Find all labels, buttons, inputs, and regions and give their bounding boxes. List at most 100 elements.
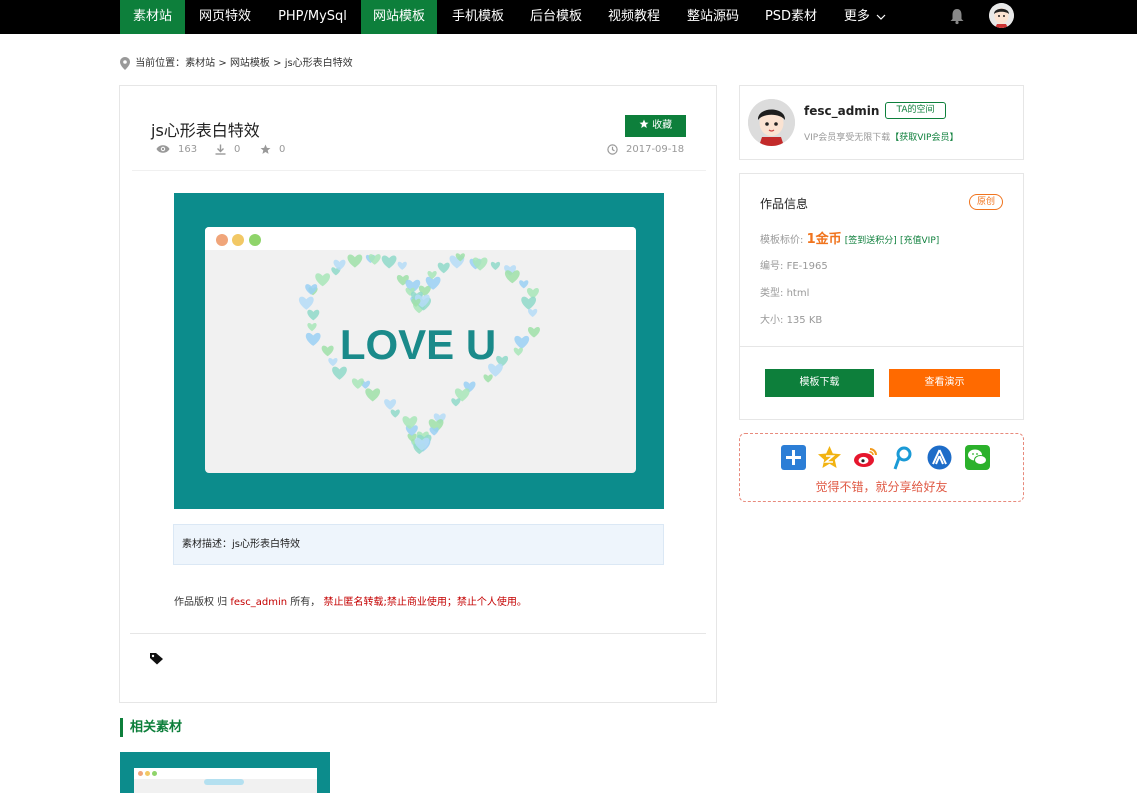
favorite-label: 收藏 xyxy=(652,120,673,131)
heart-shape xyxy=(437,262,450,274)
preview-image[interactable]: LOVE U xyxy=(174,193,664,509)
heart-shape xyxy=(305,332,321,346)
description-value: js心形表白特效 xyxy=(232,539,300,550)
download-button[interactable]: 模板下载 xyxy=(765,369,874,397)
heart-shape xyxy=(384,399,397,410)
breadcrumb-sep: > xyxy=(269,58,285,69)
download-icon xyxy=(215,144,226,155)
downloads-count: 0 xyxy=(234,144,241,155)
tag-icon xyxy=(150,653,163,665)
top-nav: 素材站 网页特效 PHP/MySql 网站模板 手机模板 后台模板 视频教程 整… xyxy=(0,0,1137,34)
heart-shape xyxy=(365,388,381,402)
thumb-window xyxy=(134,768,317,793)
breadcrumb-sep: > xyxy=(215,58,230,69)
wechat-icon[interactable] xyxy=(965,445,990,470)
nav-item-php[interactable]: PHP/MySql xyxy=(270,0,355,34)
price-label: 模板标价: xyxy=(760,235,807,246)
size-label: 大小: xyxy=(760,315,787,326)
copyright-notice: 作品版权 归 fesc_admin 所有， 禁止匿名转载;禁止商业使用；禁止个人… xyxy=(174,593,527,608)
nav-more-label: 更多 xyxy=(843,9,870,24)
size-value: 135 KB xyxy=(786,315,823,326)
price-row: 模板标价: 1金币 [签到送积分] [充值VIP] xyxy=(760,228,939,247)
breadcrumb-category[interactable]: 网站模板 xyxy=(230,58,270,69)
weibo-icon[interactable] xyxy=(853,445,878,470)
heart-illustration: LOVE U xyxy=(298,253,540,455)
favorites-count: 0 xyxy=(279,144,286,155)
nav-item-site-source[interactable]: 整站源码 xyxy=(677,0,749,34)
size-row: 大小: 135 KB xyxy=(760,311,822,326)
nav-item-more[interactable]: 更多 xyxy=(836,0,894,34)
vip-promo: VIP会员享受无限下载【获取VIP会员】 xyxy=(804,130,959,143)
view-demo-button[interactable]: 查看演示 xyxy=(889,369,1000,397)
location-pin-icon xyxy=(120,56,130,70)
recharge-vip-link[interactable]: [充值VIP] xyxy=(900,236,939,246)
eye-icon xyxy=(156,145,170,153)
info-title: 作品信息 xyxy=(760,197,809,211)
copyright-owner[interactable]: fesc_admin xyxy=(230,597,287,608)
bell-icon[interactable] xyxy=(948,7,966,25)
tencent-weibo-icon[interactable] xyxy=(891,445,916,470)
copyright-prefix: 作品版权 归 xyxy=(174,597,231,608)
downloads-stat: 0 xyxy=(215,143,240,157)
share-slogan: 觉得不错，就分享给好友 xyxy=(815,480,948,494)
heart-shape xyxy=(513,347,523,356)
publish-date: 2017-09-18 xyxy=(626,144,685,155)
window-dot xyxy=(152,771,157,776)
nav-item-video-tutorials[interactable]: 视频教程 xyxy=(598,0,670,34)
heart-shape xyxy=(527,326,540,338)
favorites-stat: 0 xyxy=(260,143,285,157)
author-avatar[interactable] xyxy=(748,99,795,146)
author-space-button[interactable]: TA的空间 xyxy=(885,102,946,119)
nav-item-admin-templates[interactable]: 后台模板 xyxy=(520,0,592,34)
get-vip-link[interactable]: 【获取VIP会员】 xyxy=(890,133,958,143)
id-label: 编号: xyxy=(760,261,787,272)
share-box: 觉得不错，就分享给好友 xyxy=(739,433,1024,502)
id-value: FE-1965 xyxy=(786,261,828,272)
star-icon xyxy=(639,119,649,128)
heart-shape xyxy=(490,261,501,271)
breadcrumb-current: js心形表白特效 xyxy=(284,58,353,69)
price-value: 1金币 xyxy=(806,232,842,247)
heart-shape xyxy=(307,309,320,321)
sign-in-link[interactable]: [签到送积分] xyxy=(845,236,897,246)
nav-item-mobile-templates[interactable]: 手机模板 xyxy=(442,0,514,34)
heart-shape xyxy=(351,378,364,389)
original-badge: 原创 xyxy=(969,194,1003,210)
nav-item-psd[interactable]: PSD素材 xyxy=(755,0,827,34)
love-u-text: LOVE U xyxy=(340,321,496,368)
vip-text: VIP会员享受无限下载 xyxy=(804,133,891,143)
nav-item-sucai[interactable]: 素材站 xyxy=(120,0,185,34)
id-row: 编号: FE-1965 xyxy=(760,257,828,272)
views-count: 163 xyxy=(178,144,198,155)
divider xyxy=(130,633,706,634)
qzone-icon[interactable] xyxy=(817,445,842,470)
description-box: 素材描述：js心形表白特效 xyxy=(173,524,664,565)
heart-shape xyxy=(451,398,461,407)
plus-share-icon[interactable] xyxy=(781,445,806,470)
author-name[interactable]: fesc_admin xyxy=(804,104,879,118)
window-dot xyxy=(145,771,150,776)
date-stat: 2017-09-18 xyxy=(607,143,684,157)
heart-shape xyxy=(528,308,538,318)
type-value: html xyxy=(786,288,810,299)
renren-icon[interactable] xyxy=(927,445,952,470)
heart-shape xyxy=(483,374,493,383)
breadcrumb-home[interactable]: 素材站 xyxy=(185,58,215,69)
user-avatar[interactable] xyxy=(989,3,1014,28)
heart-shape xyxy=(390,409,400,418)
divider xyxy=(740,346,1023,347)
nav-item-site-templates[interactable]: 网站模板 xyxy=(361,0,437,34)
favorite-button[interactable]: 收藏 xyxy=(625,115,686,137)
preview-window: LOVE U xyxy=(205,227,636,473)
item-info-card: 作品信息 原创 模板标价: 1金币 [签到送积分] [充值VIP] 编号: FE… xyxy=(739,173,1024,420)
related-item-thumbnail[interactable] xyxy=(120,752,330,793)
page-title: js心形表白特效 xyxy=(151,121,260,140)
chevron-down-icon xyxy=(876,14,886,20)
heart-shape xyxy=(514,335,530,349)
nav-item-web-effects[interactable]: 网页特效 xyxy=(190,0,260,34)
copyright-warning: 禁止匿名转载;禁止商业使用；禁止个人使用。 xyxy=(323,597,527,608)
window-dot xyxy=(138,771,143,776)
breadcrumb-prefix: 当前位置： xyxy=(135,58,186,69)
heart-shape xyxy=(397,261,407,270)
star-icon xyxy=(260,144,271,154)
